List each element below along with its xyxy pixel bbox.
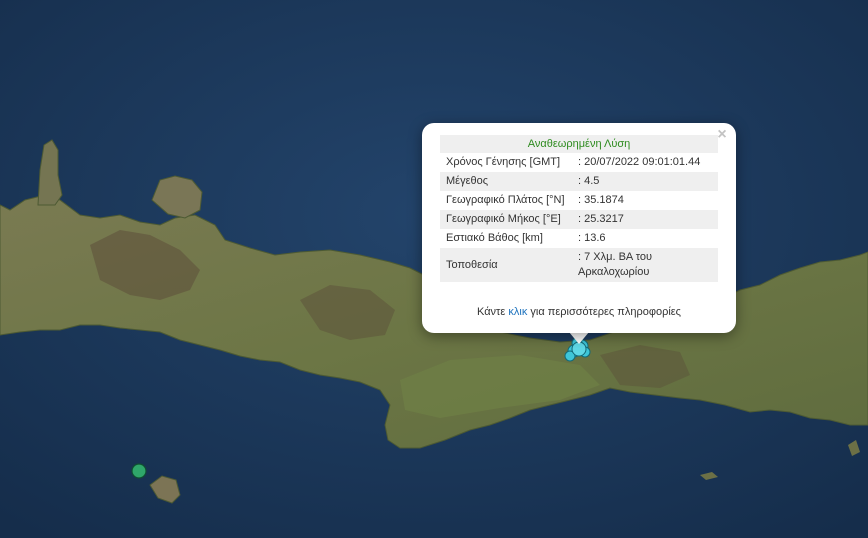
depth-value: : 13.6 bbox=[578, 232, 606, 244]
table-row: Εστιακό Βάθος [km] : 13.6 bbox=[440, 229, 718, 248]
more-prefix: Κάντε bbox=[477, 306, 509, 318]
location-label: Τοποθεσία bbox=[440, 248, 572, 282]
magnitude-value: : 4.5 bbox=[572, 172, 718, 191]
longitude-value: : 25.3217 bbox=[572, 210, 718, 229]
earthquake-popup: × Αναθεωρημένη Λύση Χρόνος Γένησης [GMT]… bbox=[422, 123, 736, 333]
popup-pointer bbox=[569, 332, 589, 344]
table-row: Γεωγραφικό Πλάτος [°N] : 35.1874 bbox=[440, 191, 718, 210]
origin-time-value: : 20/07/2022 09:01:01.44 bbox=[578, 156, 701, 168]
table-row: Γεωγραφικό Μήκος [°E] : 25.3217 bbox=[440, 210, 718, 229]
earthquake-info-table: Χρόνος Γένησης [GMT] : 20/07/2022 09:01:… bbox=[440, 153, 718, 282]
more-info-text: Κάντε κλικ για περισσότερες πληροφορίες bbox=[422, 306, 736, 318]
table-row: Τοποθεσία : 7 Χλμ. ΒΑ του Αρκαλοχωρίου bbox=[440, 248, 718, 282]
longitude-label: Γεωγραφικό Μήκος [°E] bbox=[440, 210, 572, 229]
magnitude-label: Μέγεθος bbox=[440, 172, 572, 191]
popup-title: Αναθεωρημένη Λύση bbox=[440, 135, 718, 153]
table-row: Χρόνος Γένησης [GMT] : 20/07/2022 09:01:… bbox=[440, 153, 718, 172]
location-value: : 7 Χλμ. ΒΑ του Αρκαλοχωρίου bbox=[572, 248, 718, 282]
latitude-label: Γεωγραφικό Πλάτος [°N] bbox=[446, 194, 565, 206]
table-row: Μέγεθος : 4.5 bbox=[440, 172, 718, 191]
earthquake-marker-green[interactable] bbox=[131, 463, 147, 479]
more-suffix: για περισσότερες πληροφορίες bbox=[527, 306, 681, 318]
origin-time-label: Χρόνος Γένησης [GMT] bbox=[446, 156, 561, 168]
depth-label: Εστιακό Βάθος [km] bbox=[446, 232, 543, 244]
latitude-value: : 35.1874 bbox=[578, 194, 624, 206]
more-info-link[interactable]: κλικ bbox=[508, 306, 527, 318]
